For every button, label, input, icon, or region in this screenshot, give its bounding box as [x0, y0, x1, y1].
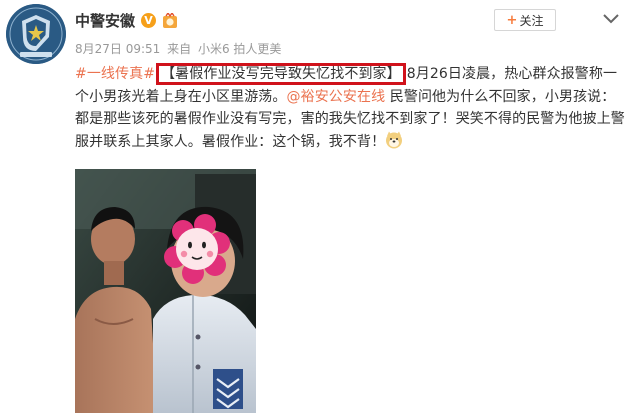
- post-source[interactable]: 小米6 拍人更美: [198, 42, 281, 56]
- follow-button[interactable]: + 关注: [494, 9, 556, 31]
- account-name[interactable]: 中警安徽: [75, 10, 135, 31]
- post-date[interactable]: 8月27日 09:51: [75, 42, 160, 56]
- mention-link[interactable]: @裕安公安在线: [287, 89, 386, 105]
- police-emblem-icon[interactable]: [6, 4, 66, 64]
- verified-v-icon[interactable]: V: [141, 13, 157, 28]
- medal-icon[interactable]: [162, 12, 178, 29]
- source-prefix: 来自: [167, 42, 192, 56]
- account-name-row: 中警安徽 V: [75, 10, 178, 31]
- plus-icon: +: [506, 12, 518, 28]
- follow-label: 关注: [519, 13, 544, 28]
- headline-highlight: 【暑假作业没写完导致失忆找不到家】: [156, 63, 406, 85]
- chevron-down-icon[interactable]: [602, 12, 620, 26]
- weibo-post: 中警安徽 V 8月27日 09:51 来自 小米6 拍人更美 + 关注 #一线传…: [0, 0, 637, 419]
- hashtag-link[interactable]: #一线传真#: [75, 66, 155, 82]
- post-text: #一线传真# 【暑假作业没写完导致失忆找不到家】 8月26日凌晨，热心群众报警称一个…: [75, 63, 627, 153]
- doge-emoji-icon: [386, 131, 403, 149]
- post-meta: 8月27日 09:51 来自 小米6 拍人更美: [75, 40, 281, 57]
- post-photo[interactable]: [75, 169, 256, 413]
